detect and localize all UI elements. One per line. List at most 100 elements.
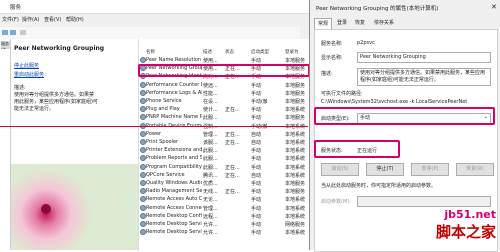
close-icon[interactable]: ✕ xyxy=(491,3,497,11)
show-tree-icon[interactable] xyxy=(20,30,26,35)
name-cell: Remote Desktop Services xyxy=(146,221,202,227)
console-tree: 服务(本地) xyxy=(0,39,11,250)
description-cell: 允许... xyxy=(203,230,218,237)
menu-action[interactable]: 操作(A) xyxy=(22,16,39,23)
description-cell: 管理... xyxy=(203,131,218,138)
description-cell: 该服... xyxy=(203,140,218,146)
column-header-status[interactable]: 状态 xyxy=(225,49,234,55)
watermark-domain: jb51.net xyxy=(444,208,496,221)
tab-logon[interactable]: 登录 xyxy=(334,18,350,29)
tree-item-services-local[interactable]: 服务(本地) xyxy=(1,41,10,49)
table-row[interactable]: Printer Extensions and N...此服... 手动 本地系统 xyxy=(139,146,309,154)
stop-service-link[interactable]: 停止此服务 xyxy=(14,62,39,69)
table-row[interactable]: Radio Management Servi...无线... 正在... 手动 本地服… xyxy=(139,187,309,195)
start-params-field[interactable] xyxy=(357,196,491,207)
table-row[interactable]: Print Spooler 该服... 正在... 自动 本地系统 xyxy=(139,138,309,146)
selected-row-highlight xyxy=(138,64,310,77)
log-on-as-cell: 本地系统 xyxy=(285,140,306,146)
table-row[interactable]: QPCore Service 腾讯... 正在... 自动 本地系统 xyxy=(139,171,309,179)
description-cell: 在设... xyxy=(203,99,218,105)
column-header-description[interactable]: 描述 xyxy=(203,49,212,55)
log-on-as-cell: 本地系统 xyxy=(285,148,306,155)
log-on-as-cell: 本地系统 xyxy=(285,213,306,220)
table-row[interactable]: Plug and Play 使计... 正在... 手动 本地系统 xyxy=(139,105,309,113)
description-cell: 管理... xyxy=(203,205,218,212)
decorative-image xyxy=(11,164,138,250)
startup-type-cell: 手动 xyxy=(251,115,262,122)
description-label-dialog: 描述: xyxy=(321,71,333,77)
display-name-field[interactable]: Peer Networking Grouping xyxy=(357,52,491,63)
table-row[interactable]: Peer Name Resolution Pr...使用... 手动 本地服务 xyxy=(139,56,309,64)
startup-type-cell: 手动 xyxy=(251,107,262,114)
menu-file[interactable]: 文件(F) xyxy=(2,16,19,23)
log-on-as-cell: 本地服务 xyxy=(285,115,306,122)
status-cell: 正在... xyxy=(225,164,240,171)
startup-type-highlight xyxy=(314,107,495,125)
table-row[interactable]: Remote Desktop Configu...远程... 手动 本地系统 xyxy=(139,212,309,220)
table-row[interactable]: Quality Windows Audio V...优质... 手动 本地服务 xyxy=(139,179,309,187)
startup-type-cell: 手动 xyxy=(251,82,262,89)
description-cell: 优质... xyxy=(203,181,218,187)
log-on-as-cell: 本地系统 xyxy=(285,197,306,204)
table-row[interactable]: Remote Desktop Services ...允许... 手动 本地系统 xyxy=(139,228,309,236)
forward-icon[interactable] xyxy=(10,30,16,35)
window-title: 服务 xyxy=(10,5,22,11)
tab-recovery[interactable]: 恢复 xyxy=(352,18,368,29)
name-cell: QPCore Service xyxy=(146,171,185,178)
service-name-label: 服务名称: xyxy=(321,41,343,47)
table-row[interactable]: Power 管理... 正在... 自动 本地系统 xyxy=(139,130,309,138)
start-button[interactable]: 启动(S) xyxy=(321,163,359,176)
log-on-as-cell: 网络服务 xyxy=(285,222,306,228)
name-cell: Remote Access Connecti... xyxy=(146,204,202,211)
table-row[interactable]: Remote Desktop Services允许... 手动 网络服务 xyxy=(139,220,309,228)
service-description-pane: Peer Networking Grouping 停止此服务 重启动此服务 描述… xyxy=(11,39,138,250)
tab-dependencies[interactable]: 依存关系 xyxy=(371,18,397,29)
resume-button[interactable]: 恢复(R) xyxy=(456,163,494,176)
description-cell: 此服... xyxy=(203,148,218,155)
name-cell: Performance Logs & Alert... xyxy=(146,89,202,96)
description-cell: 腾讯... xyxy=(203,172,218,179)
startup-type-cell: 手动 xyxy=(251,156,262,163)
status-cell: 正在... xyxy=(225,172,240,179)
column-header-startup-type[interactable]: 启动类型 xyxy=(251,49,269,55)
name-cell: Remote Desktop Configu... xyxy=(146,212,202,219)
name-cell: Phone Service xyxy=(146,98,182,104)
back-icon[interactable] xyxy=(2,30,8,35)
log-on-as-cell: 本地服务 xyxy=(285,82,306,89)
stop-button[interactable]: 停止(T) xyxy=(366,163,404,176)
log-on-as-cell: 本地服务 xyxy=(285,90,306,97)
column-header-name[interactable]: 名称 xyxy=(146,49,155,55)
startup-type-cell: 手动 xyxy=(251,90,262,97)
table-row[interactable]: PNRP Machine Name Pu...此服... 手动 本地服务 xyxy=(139,113,309,121)
table-row[interactable]: Performance Counter DL...使远... 手动 本地服务 xyxy=(139,81,309,89)
exe-path-label: 可执行文件的路径: xyxy=(321,91,363,97)
table-row[interactable]: Phone Service 在设... 手动(触发... 本地服务 xyxy=(139,97,309,105)
service-status-highlight xyxy=(314,140,400,158)
startup-type-cell: 手动 xyxy=(251,148,262,155)
watermark: jb51.net 脚本之家 xyxy=(404,208,496,248)
watermark-site-name: 脚本之家 xyxy=(435,223,496,241)
service-name-value: p2psvc xyxy=(357,40,375,46)
restart-service-link[interactable]: 重启动此服务 xyxy=(14,71,44,78)
description-field[interactable]: 使用对等分组提供多方通信。如果禁用此服务，某些应用程序(如家庭组)可能无法正常运… xyxy=(357,68,491,86)
log-on-as-cell: 本地系统 xyxy=(285,131,306,138)
description-cell: 性能... xyxy=(203,90,218,97)
status-cell: 正在... xyxy=(225,140,240,146)
table-row[interactable]: Problem Reports and Sol...此服... 手动 本地系统 xyxy=(139,154,309,162)
table-row[interactable]: Remote Access Auto Con...无论... 手动 本地系统 xyxy=(139,195,309,203)
pause-button[interactable]: 暂停(P) xyxy=(411,163,449,176)
column-header-log-on-as[interactable]: 登录为 xyxy=(285,49,299,55)
log-on-as-cell: 本地系统 xyxy=(285,107,306,114)
table-row[interactable]: Performance Logs & Alert...性能... 手动 本地服务 xyxy=(139,89,309,97)
status-cell: 正在... xyxy=(225,107,240,114)
description-cell: 允许... xyxy=(203,222,218,228)
table-row[interactable]: Program Compatibility A...此服... 正在... 手动 本地… xyxy=(139,163,309,171)
menu-view[interactable]: 查看(V) xyxy=(44,16,61,23)
table-row[interactable]: Remote Access Connecti...管理... 手动 本地系统 xyxy=(139,204,309,212)
description-cell: 此服... xyxy=(203,164,218,171)
description-cell: 此服... xyxy=(203,156,218,163)
display-name-label: 显示名称: xyxy=(321,55,343,61)
menu-help[interactable]: 帮助(H) xyxy=(66,16,84,23)
log-on-as-cell: 本地系统 xyxy=(285,156,306,163)
name-cell: Peer Name Resolution Pr... xyxy=(146,57,202,63)
